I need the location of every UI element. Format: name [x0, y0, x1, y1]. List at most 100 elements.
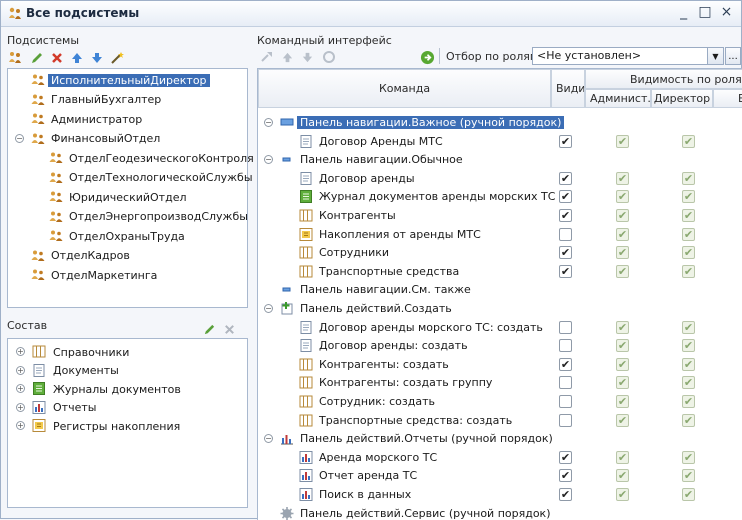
subsystem-item[interactable]: ОтделТехнологическойСлужбы	[48, 169, 253, 187]
edit-pencil-icon[interactable]	[201, 321, 217, 337]
collapse-toggle-icon[interactable]: −	[264, 118, 273, 127]
collapse-toggle-icon[interactable]: −	[264, 434, 273, 444]
role-visibility-checkbox[interactable]: ✔	[682, 413, 695, 427]
minimize-button[interactable]: _	[675, 4, 692, 20]
visible-checkbox[interactable]	[559, 413, 572, 427]
column-header-role-b[interactable]: Б	[713, 89, 742, 108]
move-up-icon[interactable]	[279, 49, 295, 65]
role-visibility-checkbox[interactable]: ✔	[616, 320, 629, 334]
command-row[interactable]: Договор Аренды МТС	[299, 132, 443, 151]
command-row[interactable]: Поиск в данных	[299, 485, 411, 504]
command-group-row[interactable]: Панель навигации.См. также	[280, 280, 471, 299]
column-header-command[interactable]: Команда	[258, 69, 551, 108]
subsystem-item[interactable]: ИсполнительныйДиректор	[30, 71, 210, 89]
chevron-down-icon[interactable]: ▼	[707, 48, 723, 64]
collapse-toggle-icon[interactable]: −	[264, 155, 273, 165]
command-row[interactable]: Договор аренды	[299, 169, 415, 188]
settings-circle-icon[interactable]	[321, 49, 337, 65]
command-row[interactable]: Аренда морского ТС	[299, 448, 437, 467]
command-row[interactable]: Договор аренды морского ТС: создать	[299, 318, 543, 337]
visible-checkbox[interactable]	[559, 376, 572, 390]
move-up-icon[interactable]	[69, 50, 85, 66]
role-visibility-checkbox[interactable]: ✔	[616, 339, 629, 353]
visible-checkbox[interactable]: ✔	[559, 469, 572, 483]
command-row[interactable]: Журнал документов аренды морских ТС	[299, 187, 555, 206]
edit-pencil-icon[interactable]	[29, 50, 45, 66]
composition-item[interactable]: Справочники	[32, 343, 129, 361]
role-visibility-checkbox[interactable]: ✔	[682, 227, 695, 241]
visible-checkbox[interactable]: ✔	[559, 246, 572, 260]
role-visibility-checkbox[interactable]: ✔	[682, 450, 695, 464]
command-group-row[interactable]: Панель действий.Создать	[280, 299, 452, 318]
role-visibility-checkbox[interactable]: ✔	[616, 395, 629, 408]
composition-item[interactable]: Отчеты	[32, 399, 96, 417]
role-filter-select[interactable]: <Не установлен>	[532, 47, 724, 65]
collapse-toggle-icon[interactable]: −	[15, 133, 24, 143]
command-row[interactable]: Сотрудники	[299, 243, 389, 262]
role-visibility-checkbox[interactable]: ✔	[682, 469, 695, 483]
expand-toggle-icon[interactable]: +	[16, 347, 25, 356]
command-row[interactable]: Сотрудник: создать	[299, 392, 435, 411]
role-visibility-checkbox[interactable]: ✔	[682, 488, 695, 501]
role-visibility-checkbox[interactable]: ✔	[682, 209, 695, 222]
magic-wand-icon[interactable]	[109, 50, 125, 66]
subsystem-item[interactable]: ФинансовыйОтдел	[30, 130, 160, 148]
visible-checkbox[interactable]: ✔	[559, 357, 572, 371]
subsystem-item[interactable]: ГлавныйБухгалтер	[30, 91, 161, 109]
expand-toggle-icon[interactable]: +	[16, 365, 25, 375]
role-visibility-checkbox[interactable]: ✔	[616, 469, 629, 483]
command-row[interactable]: Договор аренды: создать	[299, 336, 468, 355]
visible-checkbox[interactable]: ✔	[559, 488, 572, 501]
move-down-icon[interactable]	[299, 49, 315, 65]
command-row[interactable]: Транспортные средства: создать	[299, 411, 512, 430]
column-header-visible[interactable]: Види...	[551, 69, 585, 108]
command-row[interactable]: Накопления от аренды МТС	[299, 225, 481, 244]
column-header-role-director[interactable]: Директор	[651, 89, 713, 108]
close-button[interactable]: ×	[718, 4, 735, 20]
visible-checkbox[interactable]: ✔	[559, 264, 572, 278]
subsystem-item[interactable]: ОтделГеодезическогоКонтроля	[48, 149, 254, 167]
role-visibility-checkbox[interactable]: ✔	[682, 134, 695, 148]
role-visibility-checkbox[interactable]: ✔	[616, 376, 629, 390]
role-visibility-checkbox[interactable]: ✔	[682, 339, 695, 353]
command-row[interactable]: Контрагенты	[299, 206, 396, 225]
role-visibility-checkbox[interactable]: ✔	[616, 134, 629, 148]
command-group-row[interactable]: Панель действий.Сервис (ручной порядок)	[280, 504, 551, 520]
role-visibility-checkbox[interactable]: ✔	[682, 376, 695, 390]
subsystem-item[interactable]: Администратор	[30, 110, 142, 128]
visible-checkbox[interactable]: ✔	[559, 171, 572, 185]
visible-checkbox[interactable]	[559, 395, 572, 408]
column-header-visibility-by-roles[interactable]: Видимость по ролям	[585, 69, 742, 89]
role-visibility-checkbox[interactable]: ✔	[616, 246, 629, 260]
subsystem-item[interactable]: ОтделКадров	[30, 247, 130, 265]
composition-item[interactable]: Журналы документов	[32, 380, 181, 398]
subsystem-item[interactable]: ОтделЭнергопроизводСлужбы	[48, 208, 248, 226]
role-visibility-checkbox[interactable]: ✔	[616, 450, 629, 464]
visible-checkbox[interactable]: ✔	[559, 209, 572, 222]
subsystem-item[interactable]: ОтделМаркетинга	[30, 266, 157, 284]
expand-toggle-icon[interactable]: +	[16, 402, 25, 412]
apply-filter-icon[interactable]	[419, 49, 435, 65]
role-visibility-checkbox[interactable]: ✔	[682, 357, 695, 371]
role-visibility-checkbox[interactable]: ✔	[616, 488, 629, 501]
command-group-row[interactable]: Панель навигации.Важное (ручной порядок)	[280, 113, 565, 132]
role-visibility-checkbox[interactable]: ✔	[616, 190, 629, 204]
command-row[interactable]: Контрагенты: создать	[299, 355, 449, 374]
visible-checkbox[interactable]: ✔	[559, 134, 572, 148]
command-row[interactable]: Транспортные средства	[299, 262, 459, 281]
role-visibility-checkbox[interactable]: ✔	[616, 227, 629, 241]
role-visibility-checkbox[interactable]: ✔	[682, 246, 695, 260]
visible-checkbox[interactable]: ✔	[559, 450, 572, 464]
visible-checkbox[interactable]	[559, 320, 572, 334]
role-visibility-checkbox[interactable]: ✔	[616, 357, 629, 371]
role-visibility-checkbox[interactable]: ✔	[682, 320, 695, 334]
subsystem-tree-icon[interactable]	[7, 50, 23, 66]
delete-icon[interactable]	[49, 50, 65, 66]
expand-toggle-icon[interactable]: +	[16, 384, 25, 393]
role-visibility-checkbox[interactable]: ✔	[616, 413, 629, 427]
command-group-row[interactable]: Панель действий.Отчеты (ручной порядок)	[280, 429, 553, 448]
collapse-toggle-icon[interactable]: −	[264, 304, 273, 313]
role-visibility-checkbox[interactable]: ✔	[682, 395, 695, 408]
role-visibility-checkbox[interactable]: ✔	[616, 264, 629, 278]
expand-toggle-icon[interactable]: +	[16, 421, 25, 430]
